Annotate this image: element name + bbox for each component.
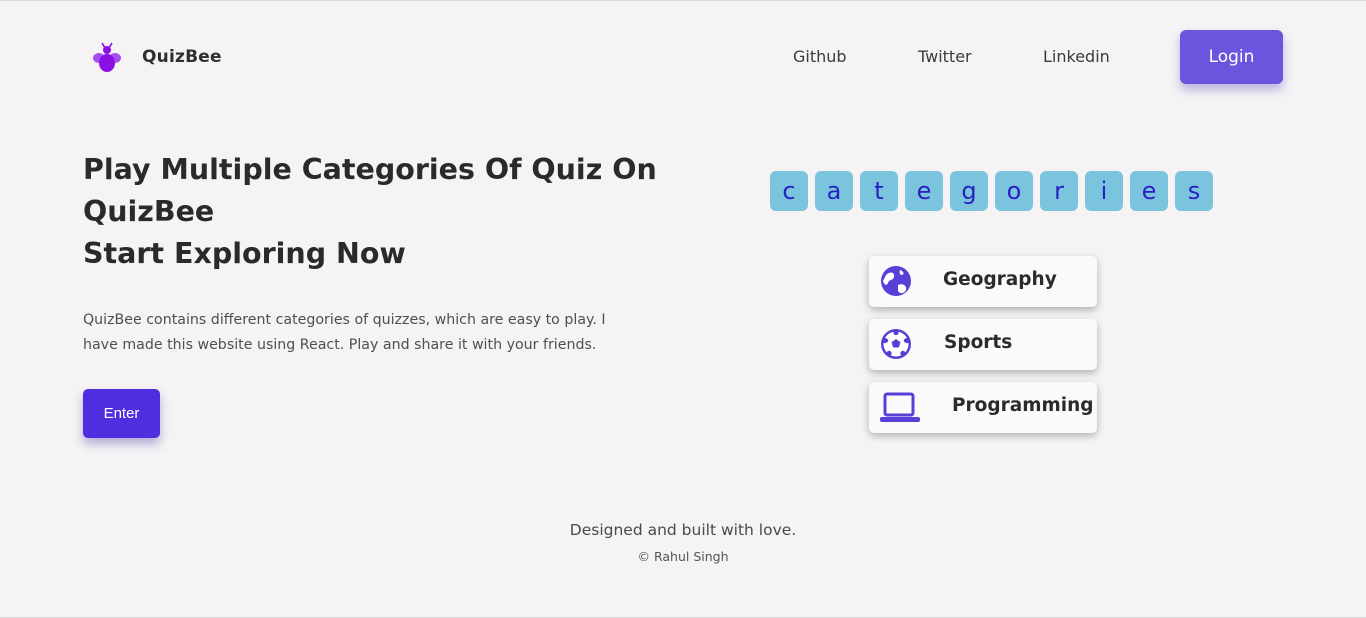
nav-github-link[interactable]: Github	[793, 47, 847, 66]
letter-tile: s	[1175, 171, 1213, 211]
letter-tile: r	[1040, 171, 1078, 211]
soccer-ball-icon	[880, 328, 914, 362]
hero-title-line-1: Play Multiple Categories Of Quiz On	[83, 153, 657, 186]
nav-linkedin-link[interactable]: Linkedin	[1043, 47, 1110, 66]
category-label: Geography	[943, 269, 1057, 290]
category-label: Programming	[952, 395, 1094, 416]
bee-logo-icon	[90, 39, 124, 75]
letter-tile: e	[1130, 171, 1168, 211]
footer-credit: © Rahul Singh	[637, 549, 729, 564]
letter-tile: a	[815, 171, 853, 211]
letter-tile: g	[950, 171, 988, 211]
letter-tile: i	[1085, 171, 1123, 211]
laptop-icon	[880, 391, 920, 425]
category-card-sports[interactable]: Sports	[869, 319, 1097, 370]
letter-tile: t	[860, 171, 898, 211]
letter-tile: c	[770, 171, 808, 211]
category-card-geography[interactable]: Geography	[869, 256, 1097, 307]
letter-tile: e	[905, 171, 943, 211]
nav-twitter-link[interactable]: Twitter	[918, 47, 972, 66]
hero-title: Play Multiple Categories Of Quiz On Quiz…	[83, 149, 663, 275]
footer-tagline: Designed and built with love.	[569, 521, 797, 539]
category-label: Sports	[944, 332, 1013, 353]
hero-title-line-2: QuizBee	[83, 195, 215, 228]
hero-title-line-3: Start Exploring Now	[83, 237, 406, 270]
categories-letter-tiles: c a t e g o r i e s	[770, 171, 1213, 211]
login-button[interactable]: Login	[1180, 30, 1283, 84]
enter-button[interactable]: Enter	[83, 389, 160, 438]
letter-tile: o	[995, 171, 1033, 211]
brand-name: QuizBee	[142, 47, 222, 67]
category-card-programming[interactable]: Programming	[869, 382, 1097, 433]
hero-description: QuizBee contains different categories of…	[83, 312, 606, 353]
globe-icon	[880, 265, 914, 299]
logo[interactable]: QuizBee	[90, 39, 222, 75]
